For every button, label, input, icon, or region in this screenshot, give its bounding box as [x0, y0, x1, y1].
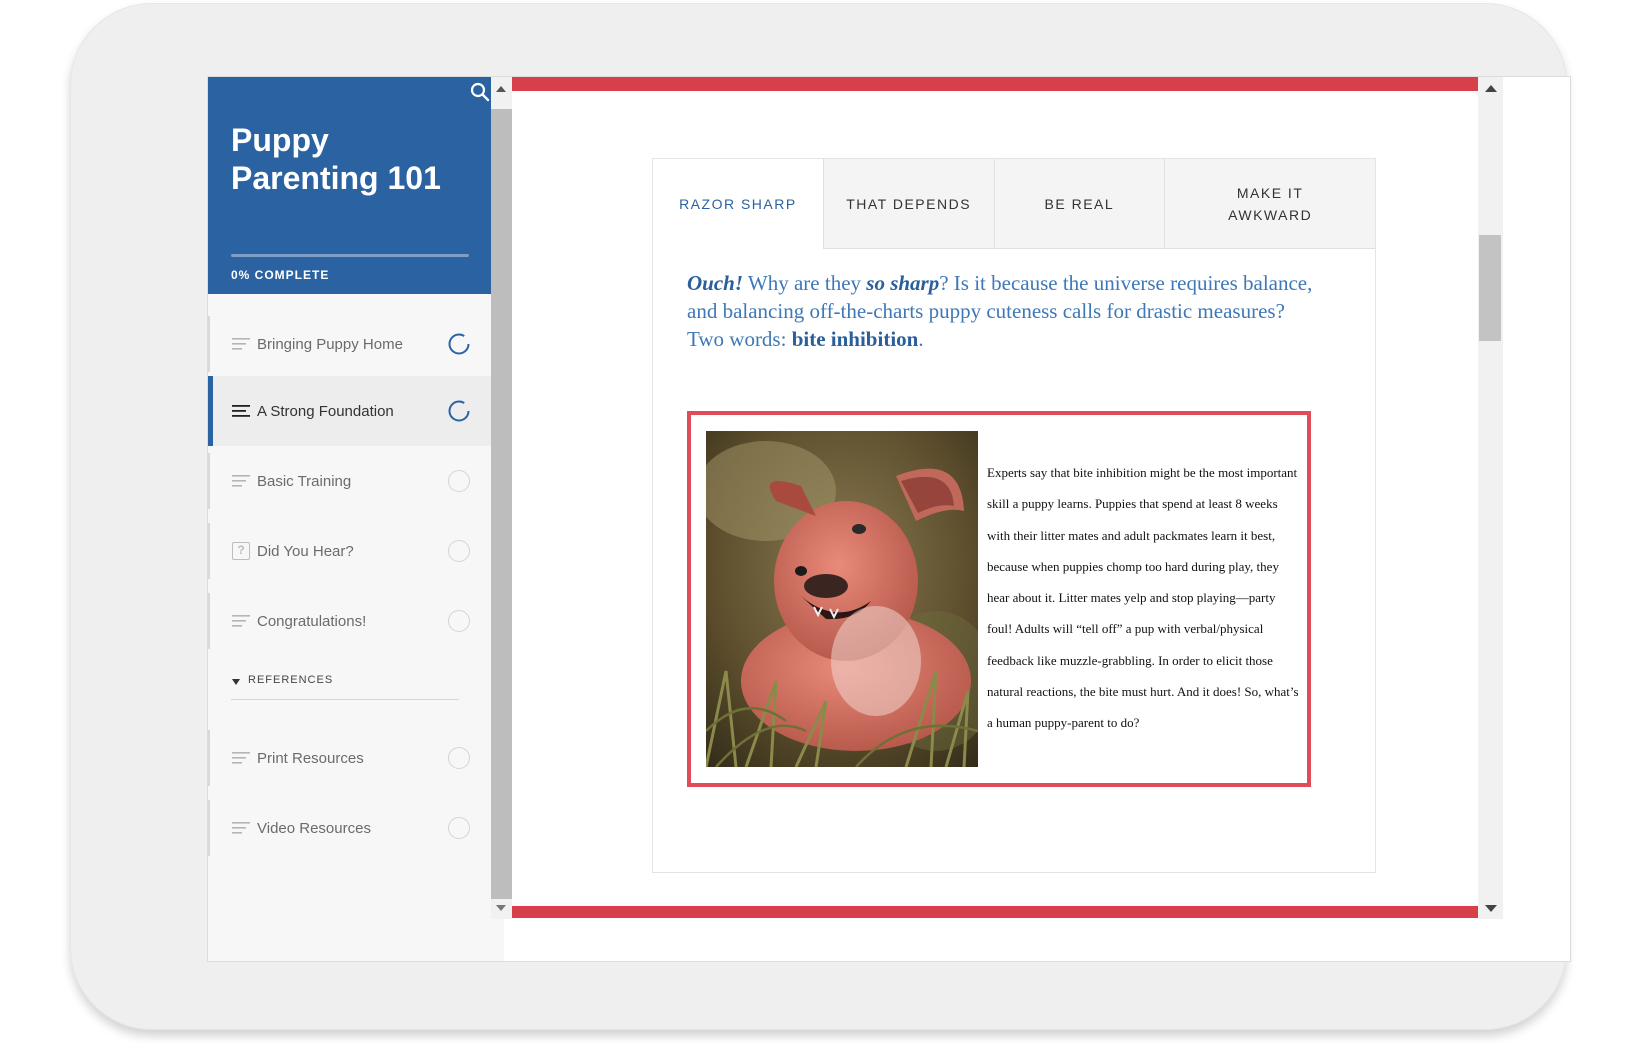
scroll-up-arrow-icon[interactable]	[496, 86, 506, 92]
divider	[231, 699, 459, 700]
lesson-label: A Strong Foundation	[257, 402, 394, 420]
lesson-indicator	[208, 523, 210, 579]
lead-so-sharp: so sharp	[866, 271, 940, 295]
lesson-item-did-you-hear[interactable]: ? Did You Hear?	[208, 516, 504, 586]
lesson-label: Basic Training	[257, 472, 352, 490]
callout-box: Experts say that bite inhibition might b…	[687, 411, 1311, 787]
sidebar-header: Puppy Parenting 101 0% COMPLETE	[208, 77, 504, 294]
search-icon[interactable]	[469, 81, 491, 103]
progress-ring-icon	[448, 333, 470, 355]
lines-icon	[232, 752, 250, 764]
lesson-label: Congratulations!	[257, 612, 367, 630]
lead-paragraph: Ouch! Why are they so sharp? Is it becau…	[687, 269, 1327, 353]
lesson-item-bringing-puppy-home[interactable]: Bringing Puppy Home	[208, 309, 504, 379]
empty-status-icon	[448, 747, 470, 769]
lesson-item-video-resources[interactable]: Video Resources	[208, 793, 504, 863]
lines-icon	[232, 822, 250, 834]
tab-bar: RAZOR SHARP THAT DEPENDS BE REAL MAKE IT…	[653, 159, 1375, 249]
lines-icon	[232, 338, 250, 350]
lesson-label: Bringing Puppy Home	[257, 335, 403, 353]
sidebar-scrollbar[interactable]	[491, 77, 512, 919]
lesson-content: RAZOR SHARP THAT DEPENDS BE REAL MAKE IT…	[512, 77, 1478, 961]
lead-text: Two words:	[687, 327, 792, 351]
lesson-indicator	[208, 316, 210, 372]
lesson-label: Did You Hear?	[257, 542, 354, 560]
lesson-indicator	[208, 593, 210, 649]
lead-text: Why are they	[743, 271, 867, 295]
scroll-down-arrow-icon[interactable]	[496, 905, 506, 911]
course-progress-bar	[231, 254, 469, 257]
empty-status-icon	[448, 817, 470, 839]
scroll-down-arrow-icon[interactable]	[1485, 905, 1497, 912]
empty-status-icon	[448, 470, 470, 492]
bottom-accent-bar	[512, 906, 1478, 918]
lines-icon	[232, 615, 250, 627]
lesson-label: Video Resources	[257, 819, 371, 837]
lesson-label: Print Resources	[257, 749, 364, 767]
lead-bite-inhibition: bite inhibition	[791, 327, 919, 351]
quiz-icon: ?	[232, 542, 250, 560]
course-screen: Puppy Parenting 101 0% COMPLETE Bringing…	[207, 76, 1571, 962]
course-sidebar: Puppy Parenting 101 0% COMPLETE Bringing…	[208, 77, 504, 961]
lead-ouch: Ouch!	[687, 271, 744, 295]
lead-text: .	[918, 327, 924, 351]
tab-razor-sharp[interactable]: RAZOR SHARP	[653, 159, 823, 249]
caret-down-icon	[232, 679, 240, 685]
content-scroll-thumb[interactable]	[1479, 235, 1501, 341]
lesson-item-congratulations[interactable]: Congratulations!	[208, 586, 504, 656]
lesson-indicator	[208, 376, 213, 446]
empty-status-icon	[448, 540, 470, 562]
lesson-item-print-resources[interactable]: Print Resources	[208, 723, 504, 793]
lines-icon	[232, 405, 250, 417]
top-accent-bar	[512, 77, 1478, 91]
lesson-indicator	[208, 800, 210, 856]
lesson-indicator	[208, 730, 210, 786]
tab-make-it-awkward[interactable]: MAKE IT AWKWARD	[1164, 159, 1375, 249]
tab-that-depends[interactable]: THAT DEPENDS	[822, 159, 994, 249]
lesson-list: Bringing Puppy Home A Strong Foundation	[208, 294, 504, 863]
scroll-up-arrow-icon[interactable]	[1485, 85, 1497, 92]
tabs-card: RAZOR SHARP THAT DEPENDS BE REAL MAKE IT…	[652, 158, 1376, 873]
course-title: Puppy Parenting 101	[231, 122, 441, 196]
references-label: REFERENCES	[248, 674, 334, 686]
progress-ring-icon	[448, 400, 470, 422]
progress-label: 0% COMPLETE	[231, 268, 330, 282]
lines-icon	[232, 475, 250, 487]
lesson-item-basic-training[interactable]: Basic Training	[208, 446, 504, 516]
lesson-indicator	[208, 453, 210, 509]
callout-body-text: Experts say that bite inhibition might b…	[987, 465, 1299, 731]
puppy-photo	[706, 431, 978, 767]
references-section-toggle[interactable]: REFERENCES	[208, 656, 504, 714]
tablet-frame: Puppy Parenting 101 0% COMPLETE Bringing…	[70, 3, 1571, 1030]
lesson-item-a-strong-foundation[interactable]: A Strong Foundation	[208, 376, 504, 446]
sidebar-scroll-thumb[interactable]	[491, 109, 512, 899]
content-scrollbar[interactable]	[1478, 77, 1503, 919]
tab-be-real[interactable]: BE REAL	[993, 159, 1165, 249]
empty-status-icon	[448, 610, 470, 632]
